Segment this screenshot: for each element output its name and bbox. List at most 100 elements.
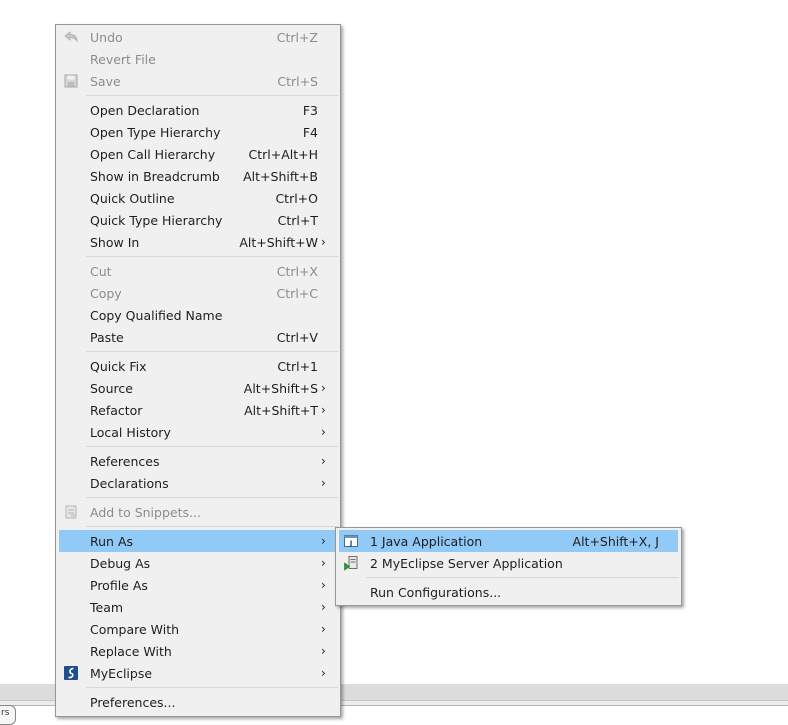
menu-item-label: Replace With (90, 644, 172, 659)
menu-item-preferences[interactable]: Preferences... (59, 691, 337, 713)
menu-item-shortcut: Ctrl+Z (276, 30, 318, 45)
menu-item-label: Copy Qualified Name (90, 308, 223, 323)
menu-item-shortcut: Ctrl+C (276, 286, 318, 301)
menu-item-quick-outline[interactable]: Quick Outline Ctrl+O (59, 187, 337, 209)
menu-item-shortcut: Alt+Shift+S (243, 381, 318, 396)
menu-item-open-call-hierarchy[interactable]: Open Call Hierarchy Ctrl+Alt+H (59, 143, 337, 165)
menu-item-add-to-snippets[interactable]: Add to Snippets... (59, 501, 337, 523)
menu-item-label: Quick Type Hierarchy (90, 213, 223, 228)
menu-item-debug-as[interactable]: Debug As (59, 552, 337, 574)
menu-item-label: Quick Outline (90, 191, 175, 206)
menu-item-label: Compare With (90, 622, 180, 637)
menu-item-label: Save (90, 74, 121, 89)
menu-item-team[interactable]: Team (59, 596, 337, 618)
menu-item-label: Cut (90, 264, 112, 279)
menu-item-label: Source (90, 381, 133, 396)
menu-item-shortcut: Ctrl+V (276, 330, 318, 345)
menu-separator (86, 497, 338, 498)
menu-item-references[interactable]: References (59, 450, 337, 472)
menu-item-shortcut: Ctrl+T (277, 213, 318, 228)
menu-item-label: Profile As (90, 578, 148, 593)
menu-item-copy-qualified-name[interactable]: Copy Qualified Name (59, 304, 337, 326)
menu-item-label: Open Call Hierarchy (90, 147, 216, 162)
menu-item-label: Add to Snippets... (90, 505, 201, 520)
menu-separator (86, 446, 338, 447)
menu-item-quick-fix[interactable]: Quick Fix Ctrl+1 (59, 355, 337, 377)
background-tab[interactable]: rs (0, 705, 16, 725)
menu-item-show-in[interactable]: Show In Alt+Shift+W (59, 231, 337, 253)
chevron-right-icon (321, 665, 331, 681)
menu-item-label: Run As (90, 534, 134, 549)
svg-text:J: J (349, 540, 353, 548)
menu-item-label: References (90, 454, 160, 469)
menu-item-show-in-breadcrumb[interactable]: Show in Breadcrumb Alt+Shift+B (59, 165, 337, 187)
menu-item-label: Run Configurations... (370, 585, 502, 600)
chevron-right-icon (321, 424, 331, 440)
menu-item-label: Revert File (90, 52, 156, 67)
save-icon (63, 73, 79, 89)
chevron-right-icon (321, 453, 331, 469)
menu-item-label: Debug As (90, 556, 151, 571)
java-application-icon: J (343, 533, 359, 549)
menu-separator (86, 526, 338, 527)
editor-context-menu: Undo Ctrl+Z Revert File Save Ctrl+S Open… (55, 24, 341, 717)
undo-icon (63, 29, 79, 45)
menu-item-run-as[interactable]: Run As (59, 530, 337, 552)
menu-item-shortcut: Alt+Shift+W (239, 235, 318, 250)
menu-item-copy[interactable]: Copy Ctrl+C (59, 282, 337, 304)
menu-item-myeclipse[interactable]: MyEclipse (59, 662, 337, 684)
menu-item-declarations[interactable]: Declarations (59, 472, 337, 494)
chevron-right-icon (321, 475, 331, 491)
menu-item-shortcut: Alt+Shift+X, J (572, 534, 659, 549)
menu-item-shortcut: Alt+Shift+T (244, 403, 318, 418)
menu-item-shortcut: Alt+Shift+B (243, 169, 318, 184)
menu-item-shortcut: Ctrl+S (277, 74, 318, 89)
menu-item-compare-with[interactable]: Compare With (59, 618, 337, 640)
menu-item-source[interactable]: Source Alt+Shift+S (59, 377, 337, 399)
chevron-right-icon (321, 643, 331, 659)
menu-item-quick-type-hierarchy[interactable]: Quick Type Hierarchy Ctrl+T (59, 209, 337, 231)
chevron-right-icon (321, 402, 331, 418)
menu-item-save[interactable]: Save Ctrl+S (59, 70, 337, 92)
menu-item-label: Refactor (90, 403, 143, 418)
myeclipse-icon (63, 665, 79, 681)
menu-item-label: Undo (90, 30, 123, 45)
menu-item-shortcut: Ctrl+Alt+H (248, 147, 318, 162)
menu-item-label: Declarations (90, 476, 169, 491)
menu-item-shortcut: F4 (302, 125, 318, 140)
menu-separator (366, 577, 679, 578)
server-application-icon (343, 555, 359, 571)
menu-item-revert-file[interactable]: Revert File (59, 48, 337, 70)
menu-item-label: MyEclipse (90, 666, 153, 681)
menu-separator (86, 687, 338, 688)
menu-item-label: Preferences... (90, 695, 176, 710)
menu-item-paste[interactable]: Paste Ctrl+V (59, 326, 337, 348)
menu-item-label: Open Declaration (90, 103, 200, 118)
menu-item-label: Paste (90, 330, 124, 345)
submenu-item-java-application[interactable]: J 1 Java Application Alt+Shift+X, J (339, 530, 678, 552)
run-as-submenu: J 1 Java Application Alt+Shift+X, J 2 My… (335, 527, 682, 606)
menu-separator (86, 256, 338, 257)
menu-item-undo[interactable]: Undo Ctrl+Z (59, 26, 337, 48)
snippets-icon (63, 504, 79, 520)
menu-item-label: 2 MyEclipse Server Application (370, 556, 563, 571)
menu-item-shortcut: Ctrl+X (276, 264, 318, 279)
menu-item-label: Show In (90, 235, 140, 250)
menu-item-label: Show in Breadcrumb (90, 169, 220, 184)
menu-item-open-type-hierarchy[interactable]: Open Type Hierarchy F4 (59, 121, 337, 143)
chevron-right-icon (321, 555, 331, 571)
menu-item-local-history[interactable]: Local History (59, 421, 337, 443)
menu-item-profile-as[interactable]: Profile As (59, 574, 337, 596)
menu-item-cut[interactable]: Cut Ctrl+X (59, 260, 337, 282)
chevron-right-icon (321, 380, 331, 396)
menu-separator (86, 351, 338, 352)
submenu-item-myeclipse-server-application[interactable]: 2 MyEclipse Server Application (339, 552, 678, 574)
menu-item-replace-with[interactable]: Replace With (59, 640, 337, 662)
chevron-right-icon (321, 599, 331, 615)
menu-item-refactor[interactable]: Refactor Alt+Shift+T (59, 399, 337, 421)
menu-item-label: Open Type Hierarchy (90, 125, 221, 140)
chevron-right-icon (321, 234, 331, 250)
submenu-item-run-configurations[interactable]: Run Configurations... (339, 581, 678, 603)
menu-item-open-declaration[interactable]: Open Declaration F3 (59, 99, 337, 121)
menu-item-label: Team (90, 600, 124, 615)
